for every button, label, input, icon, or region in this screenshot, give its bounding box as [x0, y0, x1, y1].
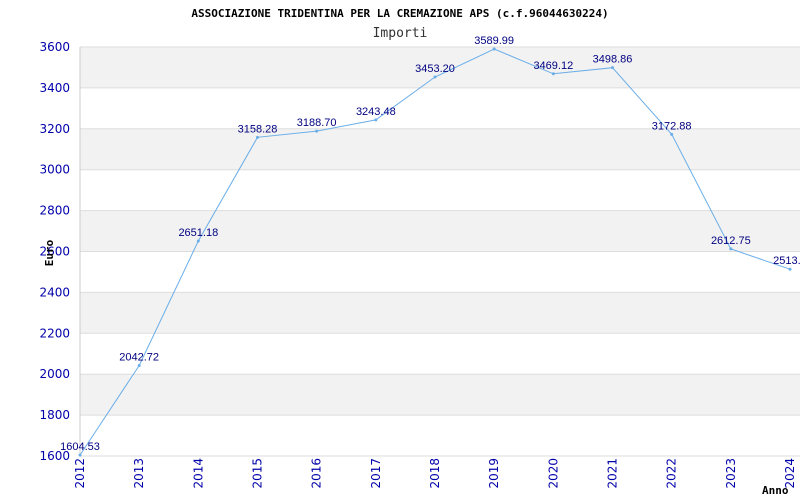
- x-tick-label: 2020: [546, 458, 560, 489]
- y-tick-label: 3400: [39, 81, 70, 95]
- plot-band: [80, 87, 800, 129]
- series-point: [433, 75, 437, 79]
- x-tick-label: 2019: [487, 458, 501, 489]
- plot-band: [80, 415, 800, 456]
- x-tick-label: 2015: [251, 458, 265, 489]
- x-tick-label: 2013: [132, 458, 146, 489]
- x-tick-label: 2014: [191, 458, 205, 489]
- data-label: 3469.12: [533, 60, 573, 72]
- x-tick-label: 2017: [369, 458, 383, 489]
- data-label: 2513.5: [773, 255, 800, 267]
- data-label: 1604.53: [60, 441, 100, 453]
- y-tick-label: 3200: [39, 122, 70, 136]
- x-tick-label: 2012: [73, 458, 87, 489]
- series-point: [729, 247, 733, 251]
- series-point: [315, 129, 319, 133]
- data-label: 3243.48: [356, 106, 396, 118]
- data-label: 3498.86: [593, 54, 633, 66]
- data-label: 3158.28: [238, 123, 278, 135]
- data-label: 3188.70: [297, 117, 337, 129]
- data-label: 3172.88: [652, 120, 692, 132]
- x-tick-label: 2021: [606, 458, 620, 489]
- data-label: 3589.99: [474, 35, 514, 47]
- y-tick-label: 3000: [39, 163, 70, 177]
- plot-band: [80, 251, 800, 293]
- series-point: [78, 453, 82, 457]
- data-label: 2612.75: [711, 235, 751, 247]
- plot-band: [80, 333, 800, 375]
- y-tick-label: 2800: [39, 204, 70, 218]
- plot-band: [80, 374, 800, 416]
- plot-band: [80, 169, 800, 211]
- series-point: [137, 363, 141, 367]
- y-tick-label: 2400: [39, 285, 70, 299]
- series-point: [551, 72, 555, 76]
- x-axis-label: Anno: [762, 484, 789, 497]
- series-point: [256, 135, 259, 139]
- chart-subtitle: Importi: [373, 26, 428, 41]
- data-label: 2651.18: [178, 227, 218, 239]
- series-point: [670, 132, 674, 136]
- y-tick-label: 2000: [39, 367, 70, 381]
- series-point: [492, 47, 496, 51]
- plot-band: [80, 128, 800, 170]
- y-axis-label: Euro: [43, 239, 56, 266]
- x-tick-labels: 2012 2013 2014 2015 2016 2017 2018 2019 2020 2021…: [73, 458, 797, 489]
- data-label: 2042.72: [119, 351, 159, 363]
- series-point: [374, 118, 378, 122]
- x-tick-label: 2018: [428, 458, 442, 489]
- x-tick-label: 2023: [724, 458, 738, 489]
- chart: 1600180020002200240026002800300032003400…: [39, 7, 800, 497]
- y-tick-label: 3600: [39, 40, 70, 54]
- series-point: [611, 66, 614, 70]
- x-tick-label: 2016: [310, 458, 324, 489]
- x-tick-label: 2022: [665, 458, 679, 489]
- series-point: [196, 239, 200, 243]
- data-label: 3453.20: [415, 63, 455, 75]
- series-point: [788, 267, 792, 271]
- chart-title: ASSOCIAZIONE TRIDENTINA PER LA CREMAZION…: [191, 7, 608, 20]
- y-tick-label: 1800: [39, 408, 70, 422]
- y-tick-label: 2200: [39, 326, 70, 340]
- plot-band: [80, 292, 800, 334]
